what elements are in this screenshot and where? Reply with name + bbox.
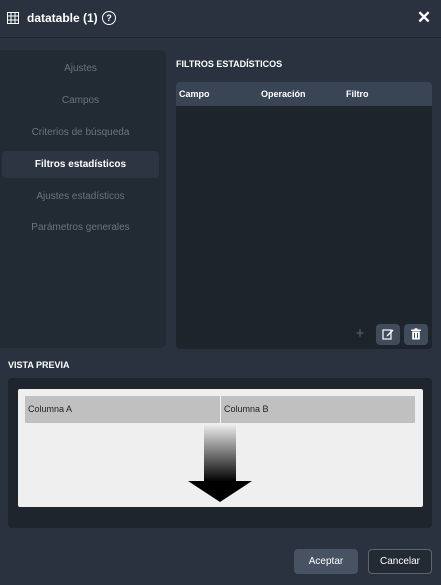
preview-section-title: VISTA PREVIA <box>8 360 70 370</box>
preview-column-a: Columna A <box>28 404 73 414</box>
cancel-button[interactable]: Cancelar <box>368 549 432 574</box>
sidebar-item-ajustes[interactable]: Ajustes <box>2 55 159 82</box>
filters-table: Campo Operación Filtro + <box>176 82 432 349</box>
sidebar-item-criterios[interactable]: Criterios de búsqueda <box>2 119 159 146</box>
down-arrow-icon <box>188 424 252 502</box>
column-header-campo[interactable]: Campo <box>179 89 210 99</box>
filters-table-header: Campo Operación Filtro <box>176 82 432 106</box>
help-icon[interactable]: ? <box>102 11 116 25</box>
add-filter-button[interactable]: + <box>353 326 367 342</box>
close-icon[interactable]: ✕ <box>416 9 432 27</box>
edit-filter-button[interactable] <box>376 324 400 345</box>
column-header-operacion[interactable]: Operación <box>261 89 306 99</box>
delete-filter-button[interactable] <box>404 324 428 345</box>
preview-column-b: Columna B <box>224 404 269 414</box>
settings-sidebar: Ajustes Campos Criterios de búsqueda Fil… <box>0 50 166 348</box>
window-title: datatable (1) <box>27 11 98 25</box>
title-bar: datatable (1) ? ✕ <box>0 0 441 38</box>
filters-section-title: FILTROS ESTADÍSTICOS <box>176 59 283 69</box>
sidebar-item-filtros-estadisticos[interactable]: Filtros estadísticos <box>2 151 159 178</box>
trash-icon <box>411 328 421 340</box>
sidebar-item-parametros-generales[interactable]: Parámetros generales <box>2 214 159 241</box>
accept-button[interactable]: Aceptar <box>294 549 358 574</box>
table-icon <box>7 12 19 24</box>
sidebar-item-ajustes-estadisticos[interactable]: Ajustes estadísticos <box>2 183 159 210</box>
column-header-filtro[interactable]: Filtro <box>346 89 369 99</box>
sidebar-item-campos[interactable]: Campos <box>2 87 159 114</box>
edit-icon <box>382 329 394 340</box>
preview-table-header: Columna A Columna B <box>25 396 415 423</box>
